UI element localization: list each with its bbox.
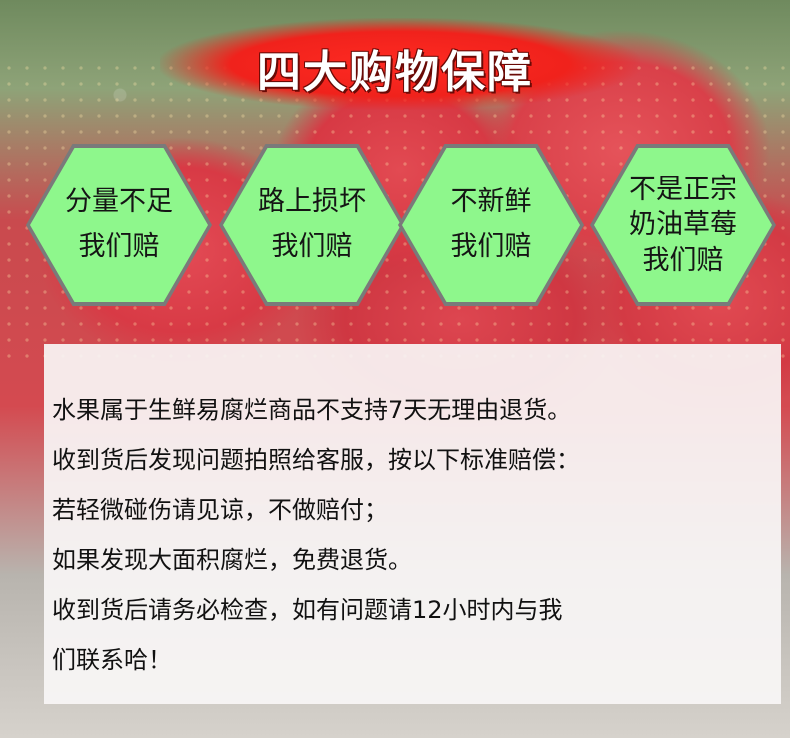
guarantee-text: 奶油草莓 bbox=[629, 209, 737, 241]
guarantee-text: 路上损坏 bbox=[258, 186, 366, 218]
page-title: 四大购物保障 bbox=[257, 47, 533, 98]
guarantee-text: 分量不足 bbox=[65, 186, 173, 218]
guarantee-text: 不是正宗 bbox=[629, 174, 737, 206]
guarantee-text: 我们赔 bbox=[642, 244, 724, 276]
notice-line: 如果发现大面积腐烂，免费退货。 bbox=[52, 546, 412, 574]
guarantee-text: 不新鲜 bbox=[450, 186, 532, 218]
guarantee-text: 我们赔 bbox=[78, 231, 160, 262]
notice-line: 们联系哈！ bbox=[52, 646, 172, 674]
notice-line: 若轻微碰伤请见谅，不做赔付； bbox=[52, 496, 388, 524]
notice-panel: 水果属于生鲜易腐烂商品不支持7天无理由退货。 收到货后发现问题拍照给客服，按以下… bbox=[44, 344, 781, 704]
notice-line: 收到货后发现问题拍照给客服，按以下标准赔偿： bbox=[52, 446, 580, 474]
guarantee-text: 我们赔 bbox=[271, 231, 353, 262]
notice-line: 水果属于生鲜易腐烂商品不支持7天无理由退货。 bbox=[52, 396, 572, 424]
notice-line: 收到货后请务必检查，如有问题请12小时内与我 bbox=[52, 596, 563, 624]
guarantee-text: 我们赔 bbox=[450, 231, 532, 262]
